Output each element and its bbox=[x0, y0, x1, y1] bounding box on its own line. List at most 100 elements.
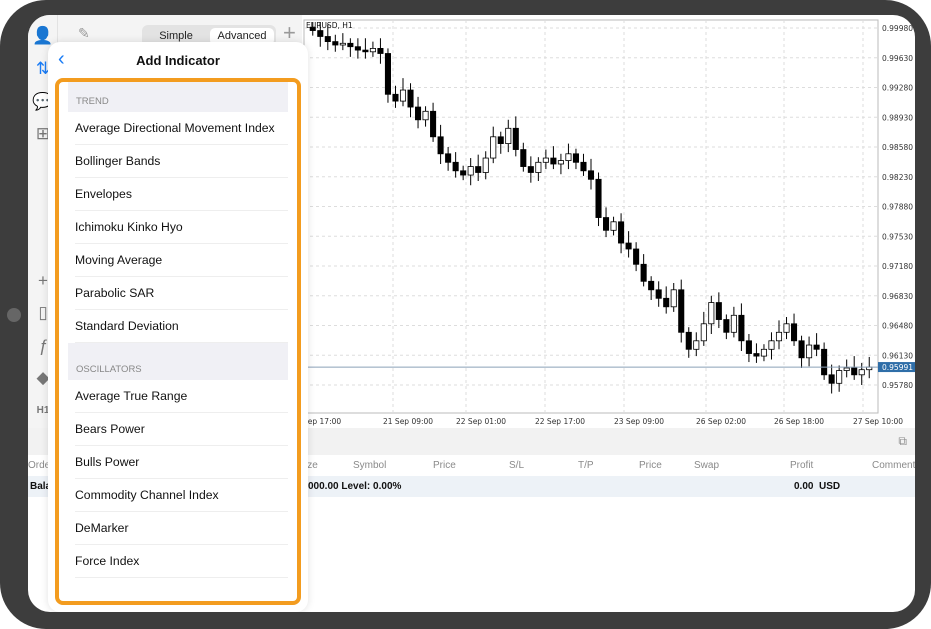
candle bbox=[415, 106, 422, 121]
candle bbox=[791, 323, 798, 342]
candle bbox=[550, 157, 557, 165]
time-tick-label: 26 Sep 02:00 bbox=[696, 417, 746, 426]
price-chart[interactable]: 0.99980 0.99630 0.99280 0.98930 0.98580 0.982… bbox=[302, 15, 915, 445]
candle bbox=[618, 221, 625, 244]
candle bbox=[452, 161, 459, 172]
time-tick-label: Sep 17:00 bbox=[303, 417, 341, 426]
indicator-list: TREND Average Directional Movement Index B… bbox=[59, 82, 297, 578]
candle bbox=[633, 248, 640, 265]
candle bbox=[422, 110, 429, 121]
candle bbox=[640, 263, 647, 282]
candle bbox=[753, 353, 760, 357]
candle bbox=[369, 48, 376, 53]
indicator-item[interactable]: Envelopes bbox=[75, 178, 288, 211]
time-tick-label: 26 Sep 18:00 bbox=[774, 417, 824, 426]
candle bbox=[437, 136, 444, 155]
candle bbox=[557, 160, 564, 165]
candle bbox=[445, 153, 452, 163]
indicator-item[interactable]: Average True Range bbox=[75, 380, 288, 413]
section-header: OSCILLATORS bbox=[68, 343, 288, 380]
column-header: T/P bbox=[578, 460, 594, 471]
candle bbox=[362, 49, 369, 53]
indicator-item[interactable]: Moving Average bbox=[75, 244, 288, 277]
candle bbox=[843, 367, 850, 371]
candle bbox=[527, 166, 534, 173]
price-tick-label: 0.98230 bbox=[882, 173, 913, 182]
candle bbox=[806, 344, 813, 359]
candle bbox=[542, 157, 549, 163]
column-header: Price bbox=[639, 460, 662, 471]
candle bbox=[430, 110, 437, 138]
price-tick-label: 0.95780 bbox=[882, 381, 913, 390]
column-header: S/L bbox=[509, 460, 525, 471]
candle bbox=[572, 153, 579, 163]
candle bbox=[339, 42, 346, 46]
candle bbox=[723, 319, 730, 333]
time-tick-label: 23 Sep 09:00 bbox=[614, 417, 664, 426]
candle bbox=[851, 367, 858, 376]
candle bbox=[565, 153, 572, 162]
candle bbox=[663, 297, 670, 308]
indicator-item[interactable]: Bulls Power bbox=[75, 446, 288, 479]
candle bbox=[475, 166, 482, 173]
candle bbox=[745, 340, 752, 354]
candle bbox=[377, 48, 384, 54]
candle bbox=[505, 127, 512, 145]
candle bbox=[775, 331, 783, 342]
candle bbox=[520, 149, 527, 167]
candle bbox=[407, 89, 414, 108]
pencil-icon[interactable]: ✎ bbox=[78, 25, 90, 42]
column-header: Symbol bbox=[353, 460, 387, 471]
candle bbox=[655, 289, 662, 299]
candle bbox=[685, 331, 692, 350]
candle bbox=[399, 89, 407, 102]
candle bbox=[317, 30, 324, 37]
time-tick-label: 27 Sep 10:00 bbox=[853, 417, 903, 426]
candle bbox=[715, 302, 722, 320]
candle bbox=[482, 157, 489, 173]
symbol-label: EURUSD, H1 bbox=[306, 21, 353, 30]
candle bbox=[587, 170, 595, 180]
indicator-item[interactable]: Parabolic SAR bbox=[75, 277, 288, 310]
candle bbox=[384, 53, 391, 95]
candle bbox=[738, 314, 745, 342]
price-tick-label: 0.98580 bbox=[882, 143, 913, 152]
popover-title: Add Indicator bbox=[136, 53, 220, 68]
indicator-item[interactable]: Bears Power bbox=[75, 413, 288, 446]
column-header: Orde bbox=[28, 460, 51, 471]
current-price-label: 0.95991 bbox=[882, 363, 913, 372]
price-tick-label: 0.96480 bbox=[882, 322, 913, 331]
candle bbox=[512, 127, 519, 150]
currency: USD bbox=[819, 481, 841, 492]
profit-value: 0.00 bbox=[794, 481, 814, 492]
candle bbox=[625, 242, 632, 250]
indicator-item[interactable]: Ichimoku Kinko Hyo bbox=[75, 211, 288, 244]
price-tick-label: 0.97180 bbox=[882, 262, 913, 271]
candle bbox=[798, 340, 805, 359]
time-tick-label: 22 Sep 17:00 bbox=[535, 417, 585, 426]
candle bbox=[783, 323, 790, 333]
indicator-item[interactable]: Bollinger Bands bbox=[75, 145, 288, 178]
price-tick-label: 0.97530 bbox=[882, 232, 913, 241]
account-icon[interactable]: 👤 bbox=[32, 25, 54, 47]
candle bbox=[467, 166, 474, 176]
price-tick-label: 0.96830 bbox=[882, 292, 913, 301]
candle bbox=[828, 374, 835, 384]
candle bbox=[332, 41, 339, 46]
section-header: TREND bbox=[68, 82, 288, 112]
indicator-item[interactable]: DeMarker bbox=[75, 512, 288, 545]
price-tick-label: 0.99630 bbox=[882, 54, 913, 63]
balance-text: 000.00 Level: 0.00% bbox=[308, 481, 402, 492]
indicator-item[interactable]: Force Index bbox=[75, 545, 288, 578]
candle bbox=[324, 36, 331, 42]
candle bbox=[730, 314, 737, 333]
candle bbox=[580, 161, 587, 172]
column-header: Price bbox=[433, 460, 456, 471]
candle bbox=[535, 161, 542, 173]
indicator-item[interactable]: Commodity Channel Index bbox=[75, 479, 288, 512]
layout-icon[interactable]: ⧉ bbox=[898, 434, 907, 449]
time-tick-label: 22 Sep 01:00 bbox=[456, 417, 506, 426]
indicator-item[interactable]: Standard Deviation bbox=[75, 310, 288, 343]
indicator-item[interactable]: Average Directional Movement Index bbox=[75, 112, 288, 145]
candle bbox=[760, 348, 767, 357]
